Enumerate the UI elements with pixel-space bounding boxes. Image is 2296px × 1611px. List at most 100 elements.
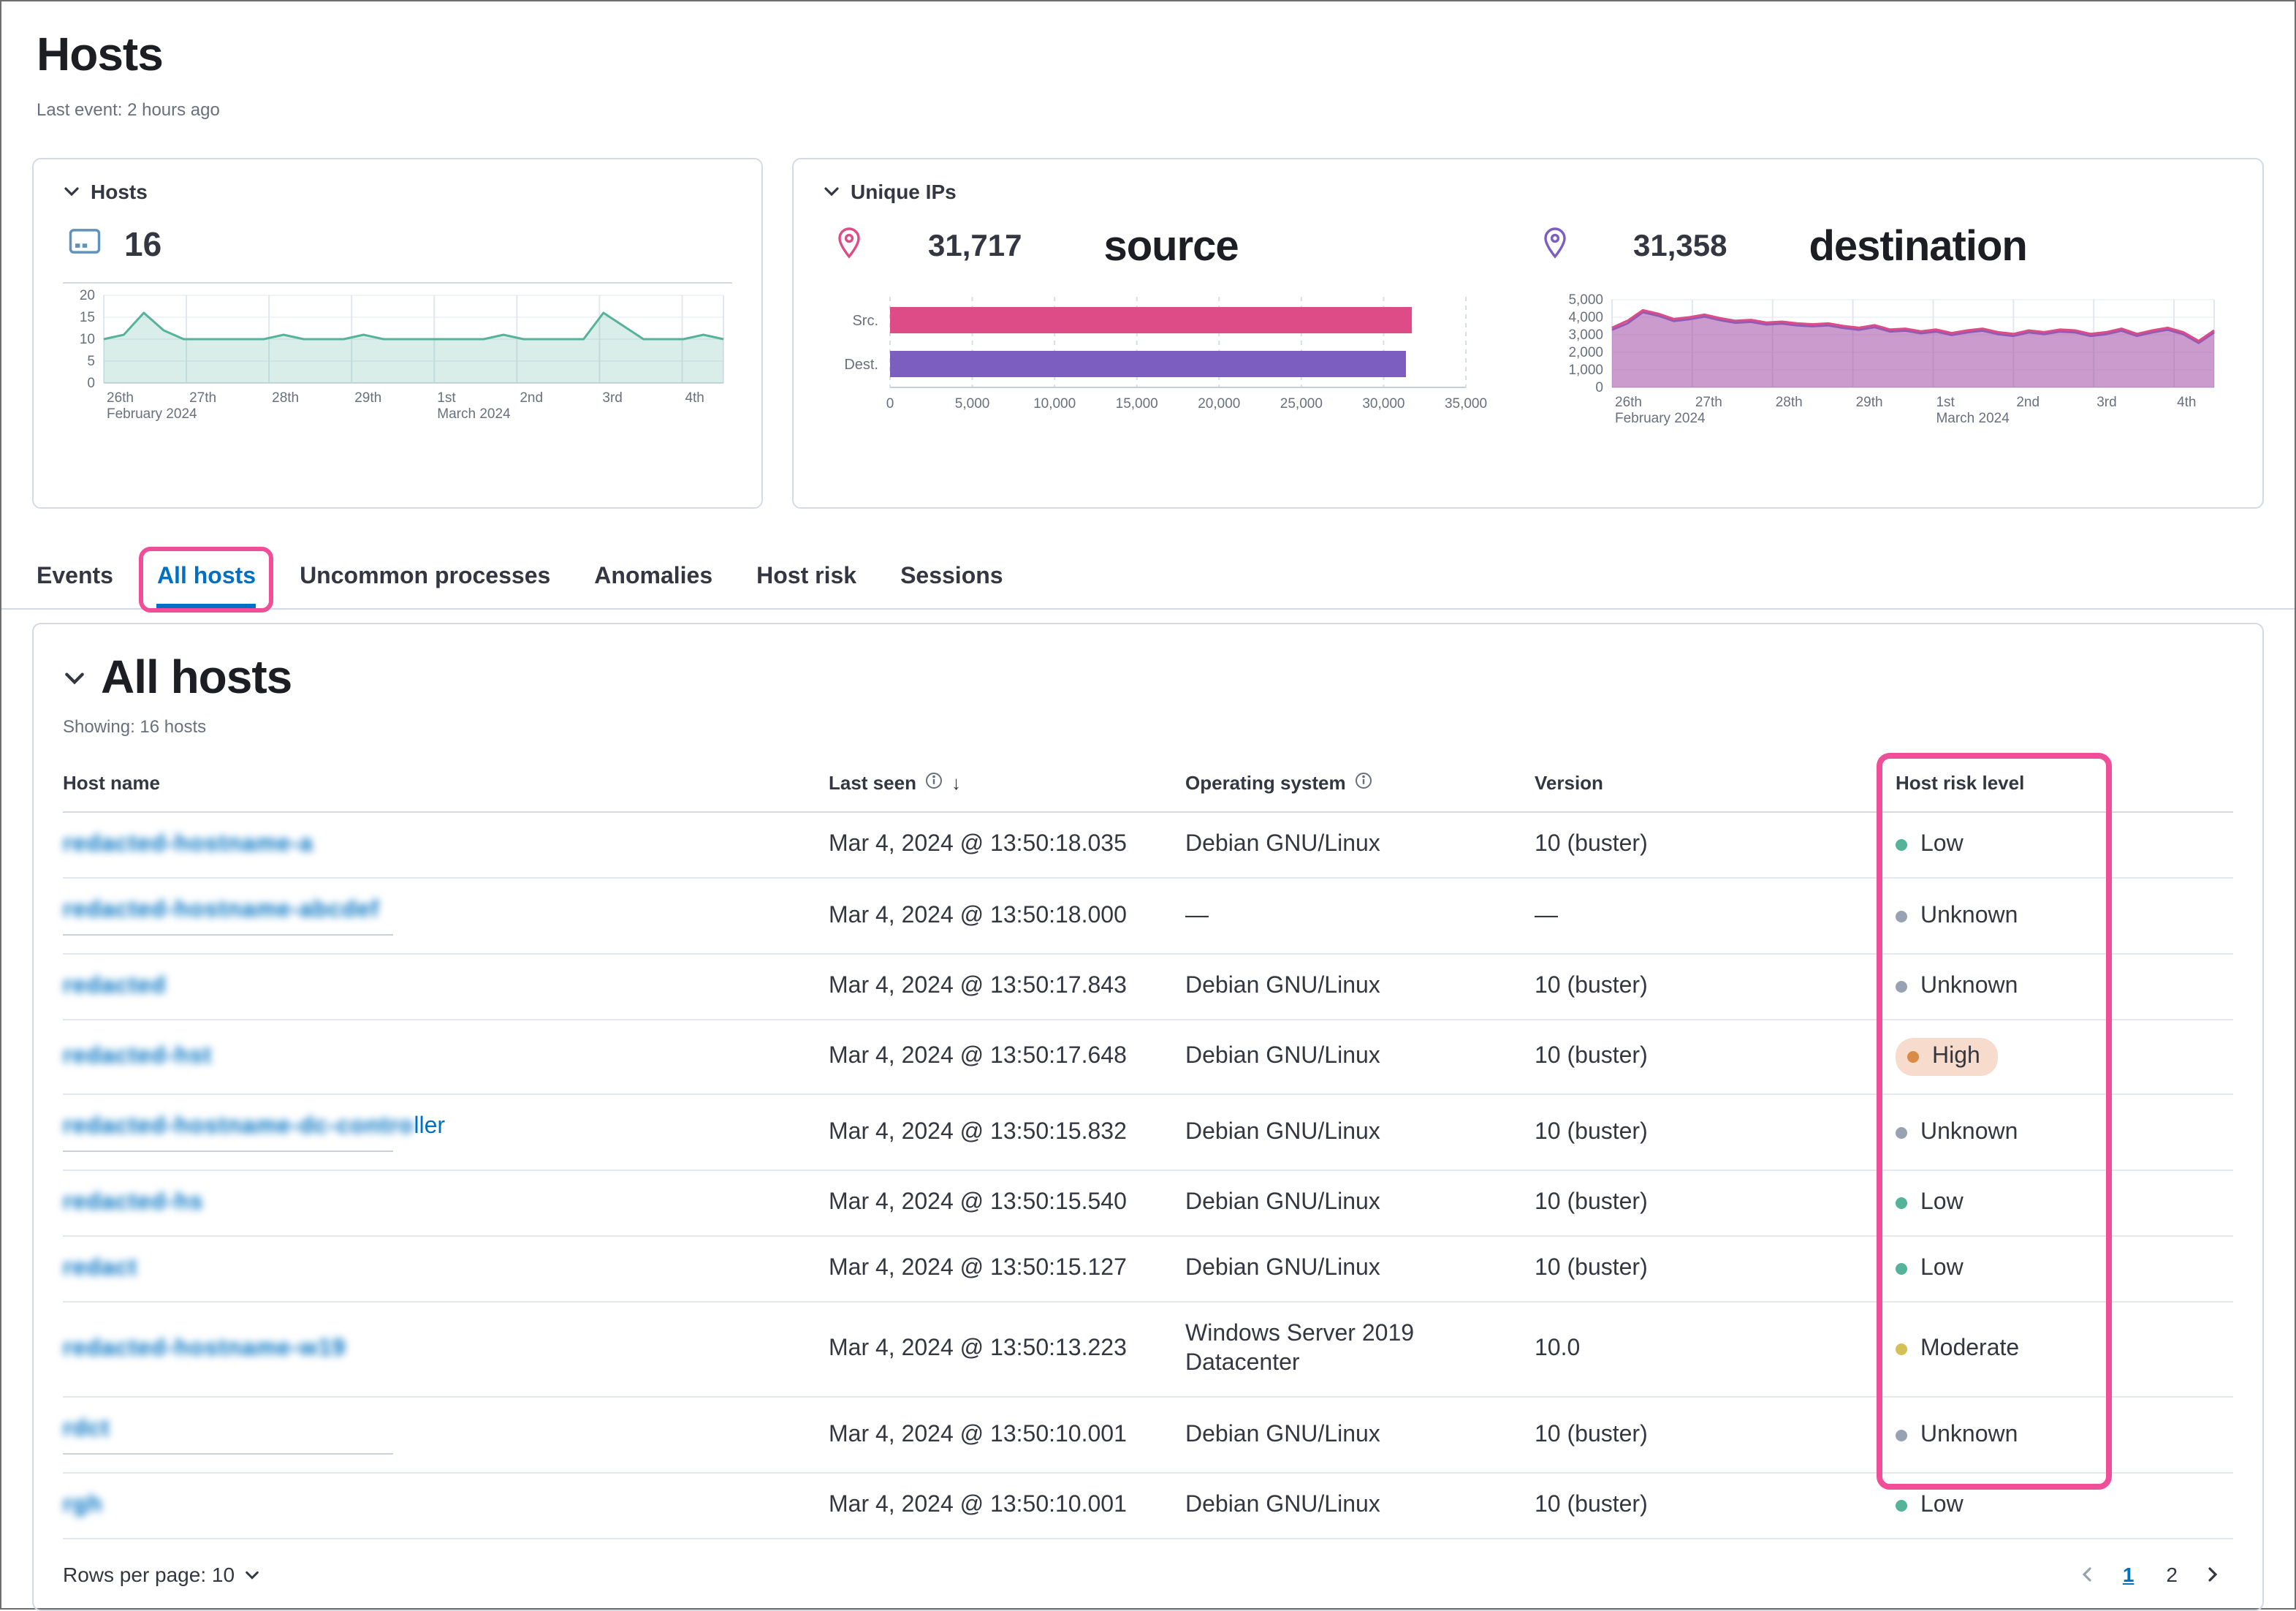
- host-name-cell: rdct: [63, 1398, 829, 1472]
- table-row: redacted Mar 4, 2024 @ 13:50:17.843 Debian…: [63, 955, 2233, 1020]
- risk-label: High: [1932, 1044, 1980, 1069]
- next-page-button[interactable]: [2204, 1566, 2221, 1583]
- version-cell: 10.0: [1535, 1336, 1581, 1361]
- host-name-link[interactable]: rgh: [63, 1493, 103, 1517]
- last-seen-cell: Mar 4, 2024 @ 13:50:15.832: [829, 1119, 1127, 1144]
- all-hosts-table: Host name Last seen ↓ Operating system V…: [63, 753, 2233, 1539]
- chevron-down-icon[interactable]: [63, 183, 80, 200]
- tab-uncommon-processes[interactable]: Uncommon processes: [300, 556, 550, 608]
- page-1-button[interactable]: 1: [2117, 1560, 2140, 1589]
- svg-text:5,000: 5,000: [955, 396, 990, 412]
- all-hosts-panel: All hosts Showing: 16 hosts Host name La…: [32, 623, 2264, 1611]
- table-row: redacted-hostname-w19 Mar 4, 2024 @ 13:50…: [63, 1303, 2233, 1398]
- svg-text:Dest.: Dest.: [844, 357, 878, 373]
- host-name-link[interactable]: redacted-hostname-dc-controller: [63, 1114, 445, 1139]
- host-risk-cell: Unknown: [1896, 1403, 2233, 1467]
- chevron-down-icon[interactable]: [63, 666, 86, 689]
- redacted-host-name: redacted-hostname-abcdef: [63, 898, 379, 922]
- risk-label: Unknown: [1920, 903, 2018, 928]
- redacted-host-name: redacted-hostname-dc-contro: [63, 1114, 414, 1139]
- host-risk-cell: Low: [1896, 813, 2233, 877]
- last-seen-cell: Mar 4, 2024 @ 13:50:18.035: [829, 832, 1127, 857]
- risk-dot: [1896, 1263, 1907, 1275]
- host-name-link[interactable]: redacted-hs: [63, 1190, 203, 1215]
- svg-text:3rd: 3rd: [602, 390, 622, 406]
- col-host-name[interactable]: Host name: [63, 760, 829, 811]
- last-seen-cell: Mar 4, 2024 @ 13:50:15.540: [829, 1190, 1127, 1215]
- host-name-link[interactable]: redact: [63, 1256, 137, 1281]
- table-row: redact Mar 4, 2024 @ 13:50:15.127 Debian G…: [63, 1237, 2233, 1303]
- svg-text:1st: 1st: [437, 390, 456, 406]
- page-2-button[interactable]: 2: [2160, 1560, 2183, 1589]
- showing-count: Showing: 16 hosts: [63, 716, 207, 737]
- unique-ips-over-time-chart: 0 1,000 2,000 3,000 4,000 5,000 26thFebruary 2…: [1568, 294, 2215, 426]
- risk-badge: Low: [1896, 1254, 1964, 1284]
- risk-dot: [1896, 1197, 1907, 1209]
- hosts-page: Hosts Last event: 2 hours ago Hosts 16 0…: [0, 0, 2296, 1611]
- risk-dot: [1896, 1343, 1907, 1355]
- col-operating-system[interactable]: Operating system: [1185, 760, 1535, 811]
- host-name-suffix: ller: [414, 1114, 446, 1139]
- hosts-card-title: Hosts: [91, 180, 148, 203]
- os-cell: Debian GNU/Linux: [1185, 832, 1380, 857]
- host-name-cell: redacted-hst: [63, 1025, 829, 1089]
- page-title: Hosts: [37, 28, 164, 80]
- col-last-seen[interactable]: Last seen ↓: [829, 760, 1185, 811]
- host-name-link[interactable]: redacted: [63, 974, 166, 998]
- sort-desc-icon[interactable]: ↓: [951, 772, 961, 794]
- rows-per-page-button[interactable]: Rows per page: 10: [63, 1563, 259, 1586]
- table-row: redacted-hst Mar 4, 2024 @ 13:50:17.648 De…: [63, 1020, 2233, 1095]
- svg-text:Src.: Src.: [852, 313, 878, 329]
- host-name-cell: redacted-hostname-w19: [63, 1317, 829, 1381]
- host-name-link[interactable]: rdct: [63, 1417, 110, 1441]
- host-name-link[interactable]: redacted-hostname-a: [63, 832, 313, 857]
- svg-text:15: 15: [80, 310, 95, 325]
- risk-dot: [1896, 1126, 1907, 1138]
- col-host-risk-level[interactable]: Host risk level: [1896, 760, 2233, 811]
- svg-text:28th: 28th: [272, 390, 299, 406]
- risk-label: Low: [1920, 1256, 1964, 1281]
- col-host-name-label: Host name: [63, 772, 160, 794]
- tab-host-risk[interactable]: Host risk: [756, 556, 856, 608]
- host-name-link[interactable]: redacted-hostname-w19: [63, 1336, 346, 1361]
- svg-text:0: 0: [886, 396, 894, 412]
- svg-text:25,000: 25,000: [1280, 396, 1323, 412]
- host-name-cell: redact: [63, 1237, 829, 1301]
- host-name-link[interactable]: redacted-hst: [63, 1044, 212, 1069]
- col-last-seen-label: Last seen: [829, 772, 916, 794]
- storage-icon: [66, 221, 104, 267]
- hosts-count: 16: [124, 224, 162, 262]
- tab-anomalies[interactable]: Anomalies: [594, 556, 712, 608]
- risk-label: Moderate: [1920, 1336, 2020, 1361]
- os-cell: Debian GNU/Linux: [1185, 1119, 1380, 1144]
- svg-text:15,000: 15,000: [1116, 396, 1158, 412]
- svg-text:20: 20: [80, 289, 95, 303]
- risk-dot: [1896, 1429, 1907, 1441]
- last-seen-cell: Mar 4, 2024 @ 13:50:15.127: [829, 1256, 1127, 1281]
- svg-text:3rd: 3rd: [2097, 395, 2116, 410]
- os-cell: Debian GNU/Linux: [1185, 1493, 1380, 1517]
- previous-page-button[interactable]: [2079, 1566, 2097, 1583]
- svg-text:20,000: 20,000: [1198, 396, 1240, 412]
- tab-sessions[interactable]: Sessions: [900, 556, 1003, 608]
- all-hosts-rows: redacted-hostname-a Mar 4, 2024 @ 13:50:1…: [63, 813, 2233, 1539]
- risk-badge: Low: [1896, 830, 1964, 860]
- svg-text:February 2024: February 2024: [1615, 411, 1706, 426]
- destination-label: destination: [1809, 223, 2027, 270]
- version-cell: —: [1535, 903, 1558, 928]
- svg-text:4,000: 4,000: [1568, 310, 1603, 325]
- host-risk-cell: Low: [1896, 1474, 2233, 1538]
- table-row: redacted-hostname-abcdef Mar 4, 2024 @ 13…: [63, 879, 2233, 955]
- tab-all-hosts[interactable]: All hosts: [139, 547, 274, 613]
- tab-all-hosts-label: All hosts: [156, 564, 256, 589]
- version-cell: 10 (buster): [1535, 1119, 1648, 1144]
- redacted-host-name: redacted-hst: [63, 1044, 213, 1069]
- table-row: rgh Mar 4, 2024 @ 13:50:10.001 Debian GNU/…: [63, 1474, 2233, 1539]
- host-name-link[interactable]: redacted-hostname-abcdef: [63, 898, 379, 922]
- risk-badge: High: [1896, 1038, 1998, 1076]
- pagination: 1 2: [2079, 1560, 2233, 1589]
- tab-events[interactable]: Events: [37, 556, 113, 608]
- os-cell: —: [1185, 903, 1209, 928]
- chevron-down-icon[interactable]: [823, 183, 840, 200]
- col-version[interactable]: Version: [1535, 760, 1896, 811]
